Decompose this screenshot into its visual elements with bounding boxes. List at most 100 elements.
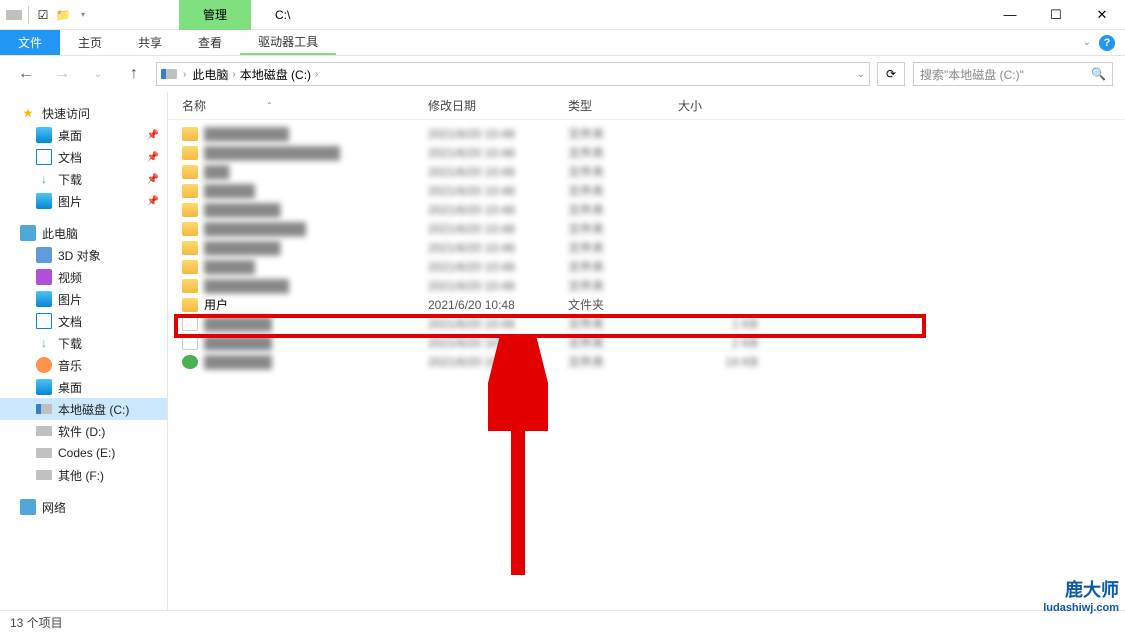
column-header-name[interactable]: 名称⌃ (168, 97, 428, 114)
cube-icon (36, 247, 52, 263)
qat-separator (28, 6, 29, 24)
folder-icon (182, 279, 198, 293)
breadcrumb-pc[interactable]: 此电脑 (192, 66, 228, 83)
quick-access-toolbar: ☑ 📁 ▾ (0, 6, 91, 24)
folder-icon (182, 127, 198, 141)
window-title: C:\ (251, 8, 290, 22)
file-icon (182, 355, 198, 369)
ribbon-share-tab[interactable]: 共享 (120, 30, 180, 55)
table-row[interactable]: █████████2021/6/20 10:48文件夹 (168, 200, 1125, 219)
sidebar-item-label: 网络 (42, 499, 66, 516)
refresh-button[interactable]: ⟳ (877, 62, 905, 86)
qat-customize-icon[interactable]: ▾ (75, 7, 91, 23)
table-row[interactable]: ████████2021/6/20 10:48文件夹14 KB (168, 352, 1125, 371)
document-icon (36, 313, 52, 329)
drive-icon (36, 404, 52, 414)
sidebar-documents[interactable]: 文档📌 (0, 146, 167, 168)
table-row[interactable]: ████████2021/6/20 10:48文件夹2 KB (168, 333, 1125, 352)
file-icon (182, 317, 198, 331)
folder-icon (182, 298, 198, 312)
drive-icon (36, 470, 52, 480)
nav-forward-button[interactable]: → (48, 60, 76, 88)
sort-indicator-icon: ⌃ (266, 101, 273, 110)
sidebar-pictures2[interactable]: 图片 (0, 288, 167, 310)
folder-icon (182, 146, 198, 160)
pin-icon: 📌 (147, 152, 159, 163)
breadcrumb-drive[interactable]: 本地磁盘 (C:) (240, 66, 311, 83)
ribbon-file-tab[interactable]: 文件 (0, 30, 60, 55)
sidebar-drive-f[interactable]: 其他 (F:) (0, 464, 167, 486)
sidebar-downloads2[interactable]: ↓下载 (0, 332, 167, 354)
address-bar: ← → ⌄ ↑ › 此电脑 › 本地磁盘 (C:) › ⌄ ⟳ 搜索"本地磁盘 … (0, 56, 1125, 92)
window-controls: — ☐ ✕ (987, 0, 1125, 30)
ribbon-drivetools-tab[interactable]: 驱动器工具 (240, 30, 336, 55)
chevron-right-icon[interactable]: › (232, 69, 235, 80)
search-placeholder: 搜索"本地磁盘 (C:)" (920, 66, 1024, 83)
sidebar-item-label: 文档 (58, 313, 82, 330)
table-row[interactable]: ████████2021/6/20 10:48文件夹1 KB (168, 314, 1125, 333)
folder-icon (182, 184, 198, 198)
nav-history-icon[interactable]: ⌄ (84, 60, 112, 88)
address-dropdown-icon[interactable]: ⌄ (857, 69, 865, 80)
sidebar-3d-objects[interactable]: 3D 对象 (0, 244, 167, 266)
sidebar-item-label: 软件 (D:) (58, 423, 105, 440)
table-row[interactable]: ██████2021/6/20 10:48文件夹 (168, 181, 1125, 200)
content-area: ★快速访问 桌面📌 文档📌 ↓下载📌 图片📌 此电脑 3D 对象 视频 图片 文… (0, 92, 1125, 610)
nav-back-button[interactable]: ← (12, 60, 40, 88)
table-row[interactable]: ███2021/6/20 10:48文件夹 (168, 162, 1125, 181)
sidebar-drive-e[interactable]: Codes (E:) (0, 442, 167, 464)
table-row-users[interactable]: 用户 2021/6/20 10:48 文件夹 (168, 295, 1125, 314)
title-bar: ☑ 📁 ▾ 管理 C:\ — ☐ ✕ (0, 0, 1125, 30)
minimize-button[interactable]: — (987, 0, 1033, 30)
sidebar-this-pc[interactable]: 此电脑 (0, 222, 167, 244)
pin-icon: 📌 (147, 130, 159, 141)
folder-icon (182, 222, 198, 236)
table-row[interactable]: █████████2021/6/20 10:48文件夹 (168, 238, 1125, 257)
ribbon-home-tab[interactable]: 主页 (60, 30, 120, 55)
table-row[interactable]: ████████████████2021/6/20 10:48文件夹 (168, 143, 1125, 162)
qat-newfolder-icon[interactable]: 📁 (55, 7, 71, 23)
chevron-right-icon[interactable]: › (315, 69, 318, 80)
table-row[interactable]: ██████████2021/6/20 10:48文件夹 (168, 276, 1125, 295)
ribbon-view-tab[interactable]: 查看 (180, 30, 240, 55)
video-icon (36, 269, 52, 285)
sidebar-drive-c[interactable]: 本地磁盘 (C:) (0, 398, 167, 420)
table-row[interactable]: ██████████2021/6/20 10:48文件夹 (168, 124, 1125, 143)
sidebar-item-label: 下载 (58, 335, 82, 352)
close-button[interactable]: ✕ (1079, 0, 1125, 30)
sidebar-desktop[interactable]: 桌面📌 (0, 124, 167, 146)
address-box[interactable]: › 此电脑 › 本地磁盘 (C:) › ⌄ (156, 62, 870, 86)
star-icon: ★ (20, 105, 36, 121)
sidebar-item-label: 本地磁盘 (C:) (58, 401, 129, 418)
sidebar-pictures[interactable]: 图片📌 (0, 190, 167, 212)
column-header-date[interactable]: 修改日期 (428, 97, 568, 114)
sidebar-item-label: 此电脑 (42, 225, 78, 242)
sidebar-item-label: 3D 对象 (58, 247, 101, 264)
sidebar-drive-d[interactable]: 软件 (D:) (0, 420, 167, 442)
sidebar-network[interactable]: 网络 (0, 496, 167, 518)
contextual-tab-manage[interactable]: 管理 (179, 0, 251, 30)
pc-icon (20, 225, 36, 241)
column-header-size[interactable]: 大小 (678, 97, 758, 114)
maximize-button[interactable]: ☐ (1033, 0, 1079, 30)
sidebar-downloads[interactable]: ↓下载📌 (0, 168, 167, 190)
table-row[interactable]: ████████████2021/6/20 10:48文件夹 (168, 219, 1125, 238)
sidebar-music[interactable]: 音乐 (0, 354, 167, 376)
sidebar-quick-access[interactable]: ★快速访问 (0, 102, 167, 124)
table-row[interactable]: ██████2021/6/20 10:48文件夹 (168, 257, 1125, 276)
help-icon[interactable]: ? (1099, 35, 1115, 51)
search-input[interactable]: 搜索"本地磁盘 (C:)" 🔍 (913, 62, 1113, 86)
chevron-right-icon[interactable]: › (183, 69, 186, 80)
file-rows: ██████████2021/6/20 10:48文件夹 ███████████… (168, 120, 1125, 371)
sidebar-desktop2[interactable]: 桌面 (0, 376, 167, 398)
ribbon-expand-icon[interactable]: ⌄ (1083, 37, 1091, 48)
nav-up-button[interactable]: ↑ (120, 60, 148, 88)
file-date: 2021/6/20 10:48 (428, 298, 568, 312)
file-list: 名称⌃ 修改日期 类型 大小 ██████████2021/6/20 10:48… (168, 92, 1125, 610)
sidebar-documents2[interactable]: 文档 (0, 310, 167, 332)
annotation-arrow-icon (488, 335, 548, 585)
drive-icon (161, 69, 177, 79)
column-header-type[interactable]: 类型 (568, 97, 678, 114)
qat-properties-icon[interactable]: ☑ (35, 7, 51, 23)
sidebar-videos[interactable]: 视频 (0, 266, 167, 288)
